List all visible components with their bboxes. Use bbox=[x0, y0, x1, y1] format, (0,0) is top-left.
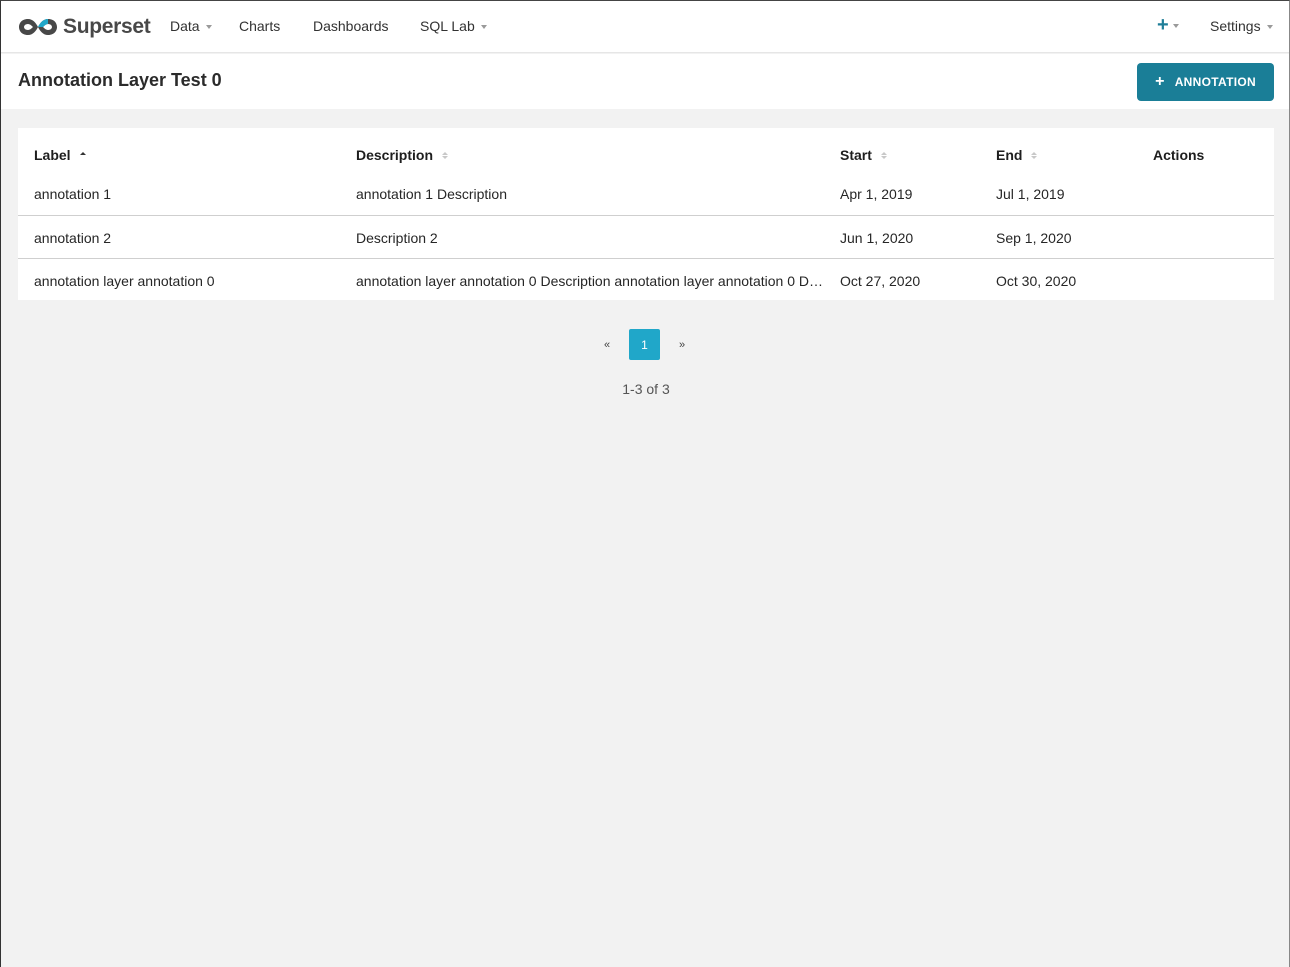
add-annotation-label: ANNOTATION bbox=[1174, 75, 1256, 89]
cell-start: Apr 1, 2019 bbox=[840, 186, 913, 202]
caret-down-icon bbox=[205, 25, 212, 29]
nav-charts-label: Charts bbox=[239, 18, 281, 34]
cell-label: annotation 1 bbox=[34, 186, 112, 202]
pagination-page-button[interactable]: 1 bbox=[629, 329, 660, 360]
plus-icon: + bbox=[1155, 73, 1165, 90]
column-header-label-text: Label bbox=[34, 147, 71, 163]
column-header-start[interactable]: Start bbox=[840, 147, 887, 163]
column-header-actions: Actions bbox=[1153, 147, 1204, 163]
column-header-start-text: Start bbox=[840, 147, 872, 163]
nav-data-label: Data bbox=[170, 18, 200, 34]
caret-down-icon bbox=[480, 25, 487, 29]
brand[interactable]: Superset bbox=[17, 12, 151, 42]
nav-dashboards-link[interactable]: Dashboards bbox=[313, 18, 389, 34]
cell-label: annotation 2 bbox=[34, 230, 112, 246]
top-navbar: Superset Data Charts Dashboards SQL Lab … bbox=[1, 1, 1289, 53]
brand-name: Superset bbox=[63, 15, 151, 38]
cell-start: Jun 1, 2020 bbox=[840, 230, 914, 246]
app-window: Superset Data Charts Dashboards SQL Lab … bbox=[0, 0, 1290, 967]
cell-description: annotation layer annotation 0 Descriptio… bbox=[356, 273, 823, 289]
pagination-prev-button[interactable]: « bbox=[597, 339, 617, 351]
sort-icon bbox=[1031, 151, 1038, 159]
page-title: Annotation Layer Test 0 bbox=[18, 70, 222, 90]
sort-icon bbox=[880, 151, 887, 159]
cell-label: annotation layer annotation 0 bbox=[34, 273, 215, 289]
table-row[interactable]: annotation 2 Description 2 Jun 1, 2020 S… bbox=[18, 216, 1274, 259]
nav-sqllab-label: SQL Lab bbox=[420, 18, 475, 34]
pagination-info: 1-3 of 3 bbox=[622, 381, 670, 397]
table-row[interactable]: annotation 1 annotation 1 Description Ap… bbox=[18, 172, 1274, 216]
caret-down-icon bbox=[1266, 25, 1273, 29]
column-header-label[interactable]: Label bbox=[34, 147, 86, 163]
nav-dashboards-label: Dashboards bbox=[313, 18, 389, 34]
cell-description: Description 2 bbox=[356, 230, 438, 246]
annotations-table: Label Description Start End Actions anno… bbox=[18, 128, 1274, 300]
pagination: « 1 » bbox=[597, 329, 692, 360]
column-header-actions-text: Actions bbox=[1153, 147, 1205, 163]
column-header-description-text: Description bbox=[356, 147, 434, 163]
add-annotation-button[interactable]: + ANNOTATION bbox=[1137, 63, 1274, 101]
nav-sqllab-menu[interactable]: SQL Lab bbox=[420, 18, 487, 34]
column-header-end-text: End bbox=[996, 147, 1023, 163]
table-row[interactable]: annotation layer annotation 0 annotation… bbox=[18, 259, 1274, 302]
settings-label: Settings bbox=[1210, 18, 1261, 34]
cell-end: Jul 1, 2019 bbox=[996, 186, 1065, 202]
sort-icon bbox=[442, 151, 449, 159]
superset-logo-icon bbox=[19, 19, 57, 35]
settings-menu[interactable]: Settings bbox=[1210, 18, 1273, 34]
cell-start: Oct 27, 2020 bbox=[840, 273, 921, 289]
sort-ascending-icon bbox=[79, 151, 86, 159]
plus-icon: + bbox=[1157, 14, 1169, 36]
column-header-end[interactable]: End bbox=[996, 147, 1038, 163]
nav-data-menu[interactable]: Data bbox=[170, 18, 212, 34]
nav-charts-link[interactable]: Charts bbox=[239, 18, 280, 34]
new-item-menu[interactable]: + bbox=[1157, 15, 1179, 35]
caret-down-icon bbox=[1172, 24, 1179, 28]
page-header: Annotation Layer Test 0 + ANNOTATION bbox=[1, 54, 1289, 109]
cell-end: Oct 30, 2020 bbox=[996, 273, 1077, 289]
cell-end: Sep 1, 2020 bbox=[996, 230, 1072, 246]
pagination-next-button[interactable]: » bbox=[672, 339, 692, 351]
cell-description: annotation 1 Description bbox=[356, 186, 507, 202]
column-header-description[interactable]: Description bbox=[356, 147, 449, 163]
